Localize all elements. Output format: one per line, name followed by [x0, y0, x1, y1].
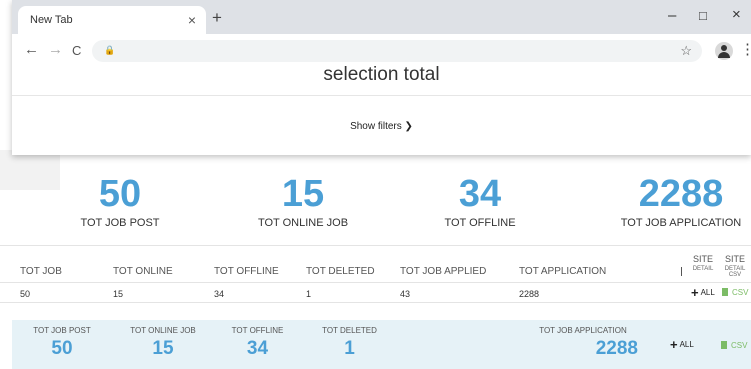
footer-stat-value: 1 [344, 338, 355, 359]
header-site-detail-bottom: DETAIL [692, 266, 714, 272]
table-bottom-rule [0, 302, 751, 303]
footer-stat-value: 15 [152, 338, 174, 359]
header-site-detail-csv-bottom: DETAIL CSV [724, 266, 746, 278]
summary-strip: TOT JOB POST 50 TOT ONLINE JOB 15 TOT OF… [12, 320, 751, 369]
minimize-icon[interactable]: – [668, 7, 676, 24]
footer-stat-tot-job-application: TOT JOB APPLICATION 2288 [528, 326, 638, 360]
table-cell: 1 [306, 289, 312, 299]
footer-stat-value: 50 [51, 338, 73, 359]
profile-avatar-icon[interactable] [715, 42, 733, 60]
divider [12, 95, 751, 96]
header-site-detail-top: SITE [692, 254, 713, 264]
tab-new-tab[interactable]: New Tab × [18, 6, 206, 34]
all-label: ALL [679, 340, 694, 349]
address-bar[interactable]: 🔒 ☆ [92, 40, 702, 62]
stat-tot-online-job: 15 TOT ONLINE JOB [228, 174, 378, 229]
header-tot-application: TOT APPLICATION [519, 266, 607, 277]
menu-icon[interactable]: ⋮ [740, 40, 751, 58]
stat-value: 50 [98, 173, 142, 215]
tab-close-icon[interactable]: × [188, 12, 196, 28]
column-separator [681, 267, 682, 276]
browser-toolbar: ← → C 🔒 ☆ ⋮ [12, 34, 751, 68]
footer-stat-label: TOT OFFLINE [231, 326, 284, 335]
footer-stat-tot-online-job: TOT ONLINE JOB 15 [118, 326, 208, 360]
new-tab-icon[interactable]: + [212, 8, 222, 28]
tab-strip: New Tab × + – □ × [12, 0, 751, 34]
header-site-detail: SITE DETAIL [688, 254, 718, 272]
header-site-detail-csv-top: SITE [724, 254, 745, 264]
footer-stat-tot-offline: TOT OFFLINE 34 [220, 326, 295, 360]
footer-all-button[interactable]: + ALL [670, 337, 694, 352]
stat-label: TOT JOB POST [80, 217, 160, 229]
footer-stat-value: 2288 [595, 338, 638, 359]
table-cell: 15 [113, 289, 124, 299]
file-icon [721, 341, 727, 349]
table-header-rule [0, 282, 751, 283]
back-icon[interactable]: ← [24, 41, 39, 58]
tab-title: New Tab [30, 14, 73, 26]
stat-tot-offline: 34 TOT OFFLINE [410, 174, 550, 229]
footer-stat-label: TOT JOB POST [33, 326, 91, 335]
plus-icon: + [691, 285, 699, 300]
show-filters-toggle[interactable]: Show filters ❯ [12, 121, 751, 132]
stat-label: TOT OFFLINE [444, 217, 516, 229]
table-cell: 43 [400, 289, 411, 299]
file-icon [722, 288, 728, 296]
stat-tot-job-post: 50 TOT JOB POST [50, 174, 190, 229]
footer-stat-label: TOT DELETED [322, 326, 377, 335]
table-cell: 34 [214, 289, 225, 299]
table-top-rule [0, 245, 751, 246]
lock-icon: 🔒 [104, 45, 116, 55]
footer-csv-button[interactable]: CSV [721, 341, 747, 350]
page-title: selection total [323, 64, 440, 85]
stat-value: 2288 [638, 173, 724, 215]
csv-label: CSV [731, 341, 748, 350]
window-close-icon[interactable]: × [732, 6, 741, 23]
reload-icon[interactable]: C [72, 43, 81, 58]
header-tot-online: TOT ONLINE [113, 266, 173, 277]
table-cell: 50 [20, 289, 31, 299]
all-label: ALL [700, 288, 715, 297]
footer-stat-label: TOT ONLINE JOB [130, 326, 196, 335]
header-site-detail-csv: SITE DETAIL CSV [719, 254, 751, 278]
site-detail-csv-button[interactable]: CSV [722, 288, 748, 297]
forward-icon[interactable]: → [48, 41, 63, 58]
footer-stat-tot-deleted: TOT DELETED 1 [312, 326, 387, 360]
stat-value: 34 [458, 173, 502, 215]
header-tot-job-applied: TOT JOB APPLIED [400, 266, 487, 277]
plus-icon: + [670, 337, 678, 352]
bookmark-star-icon[interactable]: ☆ [680, 43, 692, 59]
stat-tot-job-application: 2288 TOT JOB APPLICATION [612, 174, 750, 229]
table-cell: 2288 [519, 289, 540, 299]
footer-stat-tot-job-post: TOT JOB POST 50 [22, 326, 102, 360]
maximize-icon[interactable]: □ [699, 8, 707, 23]
site-detail-all-button[interactable]: + ALL [691, 285, 715, 300]
stat-value: 15 [281, 173, 325, 215]
stat-label: TOT JOB APPLICATION [620, 217, 742, 229]
footer-stat-label: TOT JOB APPLICATION [539, 326, 627, 335]
header-tot-job: TOT JOB [20, 266, 62, 277]
stat-label: TOT ONLINE JOB [257, 217, 349, 229]
browser-window: New Tab × + – □ × ← → C 🔒 ☆ ⋮ selection … [12, 0, 751, 155]
footer-stat-value: 34 [246, 338, 269, 359]
header-tot-deleted: TOT DELETED [306, 266, 375, 277]
csv-label: CSV [732, 288, 749, 297]
header-tot-offline: TOT OFFLINE [214, 266, 279, 277]
